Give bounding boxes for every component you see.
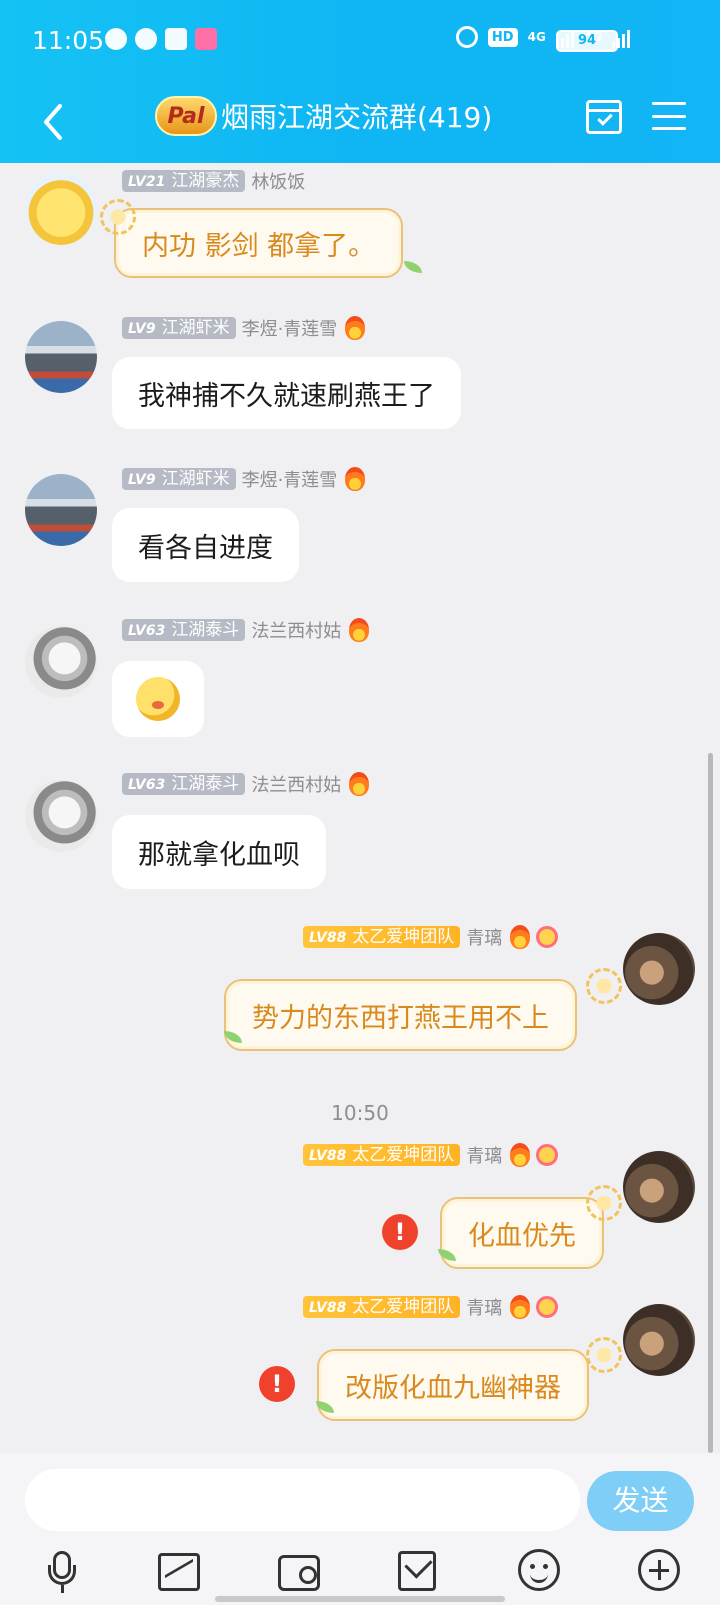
message-text: 化血优先: [468, 1220, 576, 1252]
message-text: 看各自进度: [138, 532, 273, 564]
video-icon: [165, 28, 187, 50]
message-text: 那就拿化血呗: [138, 839, 300, 871]
send-failed-icon[interactable]: !: [259, 1366, 295, 1402]
redpacket-icon[interactable]: [398, 1551, 436, 1591]
status-bar: 11:05 HD 4G 4G 94: [0, 0, 720, 82]
smiley-badge-icon: [536, 1144, 559, 1166]
sender-meta: LV21 江湖豪杰 林饭饭: [122, 168, 305, 194]
level-badge: LV88 太乙爱坤团队: [303, 1296, 461, 1318]
sender-meta: LV63 江湖泰斗 法兰西村姑: [122, 617, 370, 643]
sender-meta: LV88 太乙爱坤团队 青璃: [303, 1294, 559, 1320]
sender-name: 法兰西村姑: [251, 775, 342, 796]
image-icon[interactable]: [158, 1553, 200, 1591]
avatar[interactable]: [25, 173, 97, 245]
title-wrap[interactable]: Pal 烟雨江湖交流群(419): [155, 96, 492, 136]
camera-icon[interactable]: [278, 1555, 320, 1591]
fire-icon: [510, 925, 531, 949]
sun-decoration-icon: [586, 1185, 622, 1221]
sender-name: 青璃: [466, 1146, 503, 1167]
group-badge: Pal: [155, 96, 217, 136]
wechat-icon: [135, 28, 157, 50]
fire-icon: [349, 772, 370, 796]
chat-area[interactable]: LV21 江湖豪杰 林饭饭 内功 影剑 都拿了。 LV9 江湖虾米 李煜·青莲雪 我…: [0, 163, 720, 1453]
mic-icon[interactable]: [40, 1549, 84, 1593]
message-input[interactable]: [25, 1469, 580, 1531]
level-badge: LV63 江湖泰斗: [122, 773, 246, 795]
sender-meta: LV9 江湖虾米 李煜·青莲雪: [122, 315, 366, 341]
level-badge: LV88 太乙爱坤团队: [303, 926, 461, 948]
nav-bar: Pal 烟雨江湖交流群(419): [0, 82, 720, 162]
avatar[interactable]: [25, 780, 97, 852]
avatar[interactable]: [623, 933, 695, 1005]
message-bubble[interactable]: 看各自进度: [112, 508, 299, 582]
alarm-icon: [455, 26, 478, 48]
calendar-check-icon[interactable]: [586, 100, 622, 134]
message-text: 势力的东西打燕王用不上: [252, 1002, 549, 1034]
scrollbar[interactable]: [708, 753, 713, 1453]
home-indicator[interactable]: [215, 1596, 505, 1602]
hd-badge: HD: [487, 27, 518, 47]
sun-decoration-icon: [586, 968, 622, 1004]
message-bubble[interactable]: [112, 661, 204, 737]
level-badge: LV63 江湖泰斗: [122, 619, 246, 641]
message-text: 改版化血九幽神器: [345, 1372, 561, 1404]
avatar[interactable]: [623, 1151, 695, 1223]
back-icon[interactable]: [38, 100, 68, 144]
sender-name: 青璃: [466, 928, 503, 949]
sun-decoration-icon: [586, 1337, 622, 1373]
battery-icon: 94: [556, 30, 618, 52]
sender-meta: LV9 江湖虾米 李煜·青莲雪: [122, 466, 366, 492]
message-bubble[interactable]: 我神捕不久就速刷燕王了: [112, 357, 461, 429]
emoji-sticker-icon: [136, 677, 180, 721]
message-bubble[interactable]: 化血优先: [440, 1197, 604, 1269]
message-bubble[interactable]: 势力的东西打燕王用不上: [224, 979, 577, 1051]
sender-name: 法兰西村姑: [251, 621, 342, 642]
timestamp: 10:50: [331, 1101, 389, 1125]
avatar[interactable]: [25, 321, 97, 393]
notification-icons: [105, 28, 217, 50]
emoji-icon[interactable]: [518, 1549, 560, 1591]
net1-label: 4G: [527, 30, 546, 44]
fire-icon: [510, 1295, 531, 1319]
header: 11:05 HD 4G 4G 94 Pal 烟雨江湖交流群(419): [0, 0, 720, 163]
fire-icon: [349, 618, 370, 642]
sender-name: 李煜·青莲雪: [241, 319, 338, 340]
smiley-badge-icon: [536, 1296, 559, 1318]
menu-icon[interactable]: [652, 102, 686, 130]
level-badge: LV88 太乙爱坤团队: [303, 1144, 461, 1166]
page-title: 烟雨江湖交流群(419): [221, 101, 493, 134]
avatar[interactable]: [25, 626, 97, 698]
sender-meta: LV88 太乙爱坤团队 青璃: [303, 1142, 559, 1168]
message-text: 内功 影剑 都拿了。: [142, 230, 376, 262]
sender-meta: LV63 江湖泰斗 法兰西村姑: [122, 771, 370, 797]
sun-decoration-icon: [100, 199, 136, 235]
send-button[interactable]: 发送: [587, 1471, 694, 1531]
fire-icon: [345, 316, 366, 340]
fire-icon: [345, 467, 366, 491]
level-badge: LV21 江湖豪杰: [122, 170, 246, 192]
level-badge: LV9 江湖虾米: [122, 317, 236, 339]
level-badge: LV9 江湖虾米: [122, 468, 236, 490]
fire-icon: [510, 1143, 531, 1167]
sender-name: 青璃: [466, 1298, 503, 1319]
message-bubble[interactable]: 那就拿化血呗: [112, 815, 326, 889]
message-text: 我神捕不久就速刷燕王了: [138, 380, 435, 412]
avatar[interactable]: [25, 474, 97, 546]
browser-icon: [105, 28, 127, 50]
sender-name: 李煜·青莲雪: [241, 470, 338, 491]
status-time: 11:05: [32, 26, 105, 55]
leaf-decoration-icon: [404, 261, 422, 273]
message-bubble[interactable]: 改版化血九幽神器: [317, 1349, 589, 1421]
plus-icon[interactable]: [638, 1549, 680, 1591]
input-area: 发送: [0, 1453, 720, 1605]
sender-name: 林饭饭: [251, 172, 306, 193]
smiley-badge-icon: [536, 926, 559, 948]
avatar[interactable]: [623, 1304, 695, 1376]
message-bubble[interactable]: 内功 影剑 都拿了。: [114, 208, 404, 278]
sender-meta: LV88 太乙爱坤团队 青璃: [303, 924, 559, 950]
bilibili-icon: [195, 28, 217, 50]
send-failed-icon[interactable]: !: [382, 1214, 418, 1250]
